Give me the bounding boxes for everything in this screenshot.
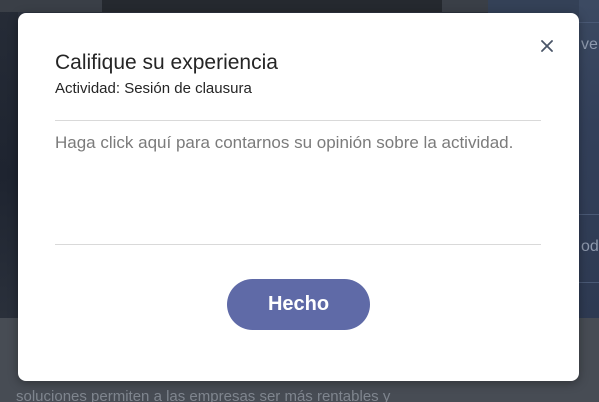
background-image-left — [0, 0, 18, 318]
close-button[interactable] — [538, 37, 556, 55]
feedback-textarea[interactable] — [55, 130, 541, 238]
dialog-title: Califique su experiencia — [55, 51, 278, 74]
close-icon — [541, 40, 553, 52]
done-button[interactable]: Hecho — [227, 279, 370, 330]
divider — [55, 120, 541, 121]
background-divider — [579, 22, 599, 23]
background-header-panel — [102, 0, 442, 12]
background-divider — [579, 214, 599, 215]
background-text-fragment: od — [581, 238, 599, 255]
background-body-text: soluciones permiten a las empresas ser m… — [16, 388, 391, 402]
dialog-subtitle: Actividad: Sesión de clausura — [55, 80, 252, 97]
divider — [55, 244, 541, 245]
background-text-fragment: ve — [581, 36, 598, 53]
rating-dialog: Califique su experiencia Actividad: Sesi… — [18, 13, 579, 381]
background-divider — [579, 282, 599, 283]
